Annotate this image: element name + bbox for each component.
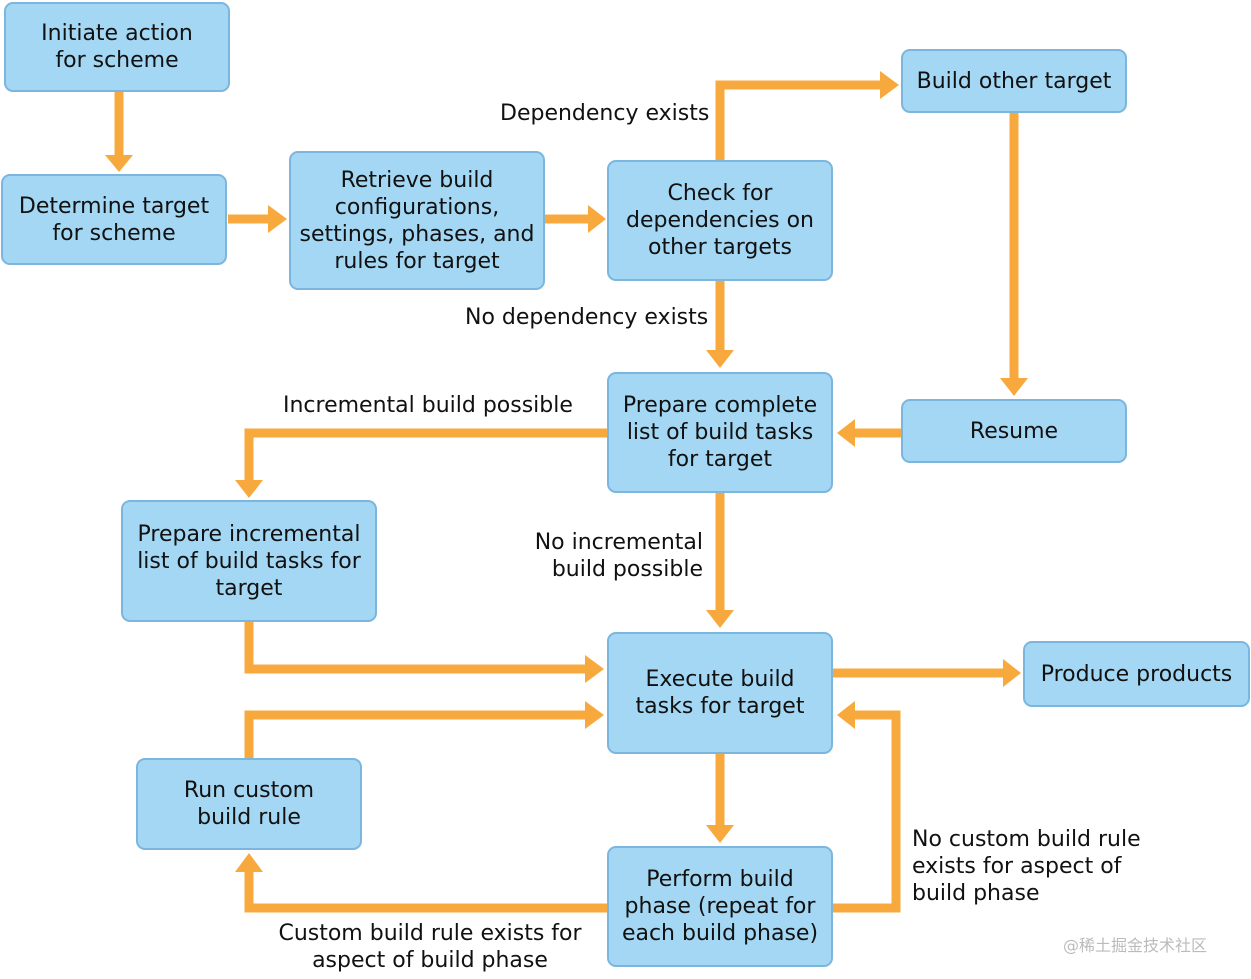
node-execute-build-tasks: Execute build tasks for target	[607, 632, 833, 754]
arrowhead	[706, 825, 734, 843]
arrowhead	[268, 205, 287, 233]
label-no-custom-rule: No custom build rule exists for aspect o…	[912, 827, 1141, 906]
arrow-perform-to-execute	[833, 710, 901, 913]
node-perform-build-phase: Perform build phase (repeat for each bui…	[607, 846, 833, 967]
arrow-perform-to-runcustom	[244, 872, 607, 913]
label-dependency-exists: Dependency exists	[500, 101, 710, 126]
arrowhead	[585, 701, 604, 729]
node-initiate-action: Initiate action for scheme	[4, 2, 230, 92]
arrowhead	[235, 480, 263, 498]
watermark: @稀土掘金技术社区	[1063, 936, 1208, 955]
arrowhead	[837, 701, 855, 729]
node-determine-target: Determine target for scheme	[1, 174, 227, 265]
node-prepare-complete-list: Prepare complete list of build tasks for…	[607, 372, 833, 493]
label-no-dependency-exists: No dependency exists	[465, 305, 709, 330]
node-check-dependencies: Check for dependencies on other targets	[607, 160, 833, 281]
arrow-incremental-to-execute	[244, 621, 585, 674]
node-run-custom-build-rule: Run custom build rule	[136, 758, 362, 850]
arrowhead	[1000, 378, 1028, 396]
arrow-prepare-to-incremental	[244, 428, 607, 480]
arrowhead	[1003, 659, 1021, 687]
arrowhead	[105, 155, 133, 172]
arrow-check-to-build-other	[715, 80, 880, 160]
arrowhead	[837, 419, 855, 447]
label-no-incremental: No incremental build possible	[534, 530, 703, 582]
node-produce-products: Produce products	[1023, 641, 1250, 707]
arrowhead	[880, 71, 899, 99]
arrowhead	[706, 350, 734, 368]
label-custom-rule-exists: Custom build rule exists for aspect of b…	[278, 921, 582, 973]
arrowhead	[706, 610, 734, 628]
node-build-other-target: Build other target	[901, 49, 1127, 113]
arrow-runcustom-to-execute	[244, 710, 585, 760]
arrowhead	[585, 655, 604, 683]
arrowhead	[235, 853, 263, 872]
arrowhead	[588, 205, 606, 233]
label-incremental-possible: Incremental build possible	[283, 393, 573, 418]
node-resume: Resume	[901, 399, 1127, 463]
node-retrieve-build-config: Retrieve build configurations, settings,…	[289, 151, 545, 290]
node-prepare-incremental-list: Prepare incremental list of build tasks …	[121, 500, 377, 622]
